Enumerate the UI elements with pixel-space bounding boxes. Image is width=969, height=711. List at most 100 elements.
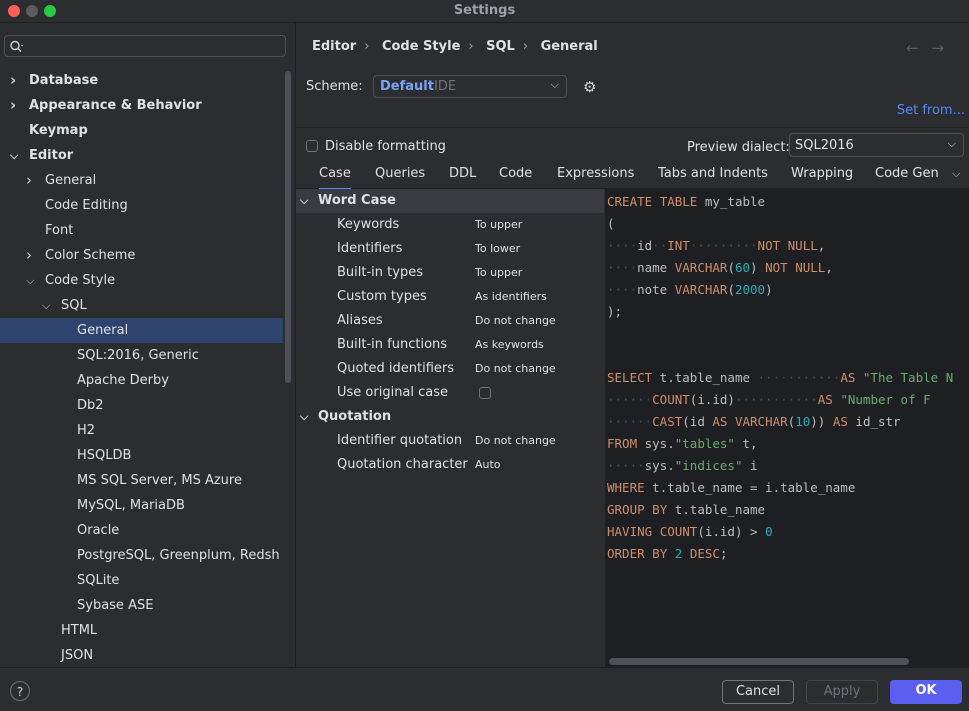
tree-item[interactable]: General [0, 318, 283, 343]
chevron-right-icon[interactable]: › [10, 93, 22, 118]
tree-item[interactable]: ⌵ Editor [0, 143, 283, 168]
tree-item[interactable]: Apache Derby [0, 368, 283, 393]
tree-item-label: MySQL, MariaDB [77, 498, 185, 513]
tree-item[interactable]: Code Editing [0, 193, 283, 218]
option-value-dropdown[interactable]: To upper [475, 213, 522, 237]
code-token: note [637, 282, 675, 297]
tree-item[interactable]: H2 [0, 418, 283, 443]
code-token: sys. [637, 436, 675, 451]
tree-item-label: H2 [77, 423, 96, 438]
tree-item[interactable]: Db2 [0, 393, 283, 418]
chevron-down-icon[interactable]: ⌵ [42, 293, 54, 318]
tree-item[interactable]: SQL:2016, Generic [0, 343, 283, 368]
tree-item[interactable]: Keymap [0, 118, 283, 143]
chevron-down-icon[interactable]: ⌵ [26, 268, 38, 293]
tree-item[interactable]: HSQLDB [0, 443, 283, 468]
tree-item[interactable]: ⌵ SQL [0, 293, 283, 318]
code-token: ( [727, 282, 735, 297]
chevron-right-icon[interactable]: › [26, 168, 38, 193]
tab-code-gen[interactable]: Code Gen [875, 166, 939, 188]
tree-item[interactable]: › Color Scheme [0, 243, 283, 268]
tab-wrapping[interactable]: Wrapping [791, 166, 853, 188]
preview-horizontal-scrollbar[interactable] [609, 658, 909, 665]
tree-item[interactable]: Sybase ASE [0, 593, 283, 618]
help-icon[interactable]: ? [10, 681, 30, 701]
tree-item[interactable]: HTML [0, 618, 283, 643]
tree-item[interactable]: › Appearance & Behavior [0, 93, 283, 118]
tab-tabs-and-indents[interactable]: Tabs and Indents [658, 166, 768, 188]
tabs-overflow-chevron-icon[interactable]: ⌵ [952, 167, 960, 181]
breadcrumb-item[interactable]: SQL [486, 39, 515, 54]
option-value-dropdown[interactable]: Do not change [475, 309, 556, 333]
tree-item-label: SQL:2016, Generic [77, 348, 199, 363]
option-value-dropdown[interactable]: To lower [475, 237, 520, 261]
tree-item[interactable]: SQLite [0, 568, 283, 593]
breadcrumb-item[interactable]: Code Style [382, 39, 460, 54]
gear-icon[interactable]: ⚙ [583, 78, 596, 96]
tab-queries[interactable]: Queries [375, 166, 425, 188]
option-value-dropdown[interactable]: Do not change [475, 357, 556, 381]
tree-item[interactable]: JSON [0, 643, 283, 667]
group-header-quotation[interactable]: ⌵ Quotation [296, 405, 604, 429]
tab-expressions[interactable]: Expressions [557, 166, 634, 188]
disable-formatting-checkbox[interactable] [306, 140, 318, 152]
tree-item[interactable]: › General [0, 168, 283, 193]
chevron-right-icon[interactable]: › [26, 243, 38, 268]
tree-item[interactable]: PostgreSQL, Greenplum, Redsh [0, 543, 283, 568]
tree-item[interactable]: › Database [0, 68, 283, 93]
option-row: Aliases Do not change [296, 309, 604, 333]
tree-item[interactable]: MySQL, MariaDB [0, 493, 283, 518]
option-value-dropdown[interactable]: To upper [475, 261, 522, 285]
tree-item-label: Font [45, 223, 74, 238]
code-token: AS [832, 414, 848, 429]
code-token: ···· [607, 260, 638, 275]
code-token: VARCHAR [734, 414, 788, 429]
tree-item-label: HSQLDB [77, 448, 132, 463]
code-token: AS [712, 414, 728, 429]
code-token: NULL [795, 260, 826, 275]
breadcrumb-item[interactable]: General [541, 39, 598, 54]
tree-item-label: MS SQL Server, MS Azure [77, 473, 242, 488]
option-value-dropdown[interactable]: As keywords [475, 333, 544, 357]
option-value-dropdown[interactable]: As identifiers [475, 285, 547, 309]
code-token: ······ [607, 414, 653, 429]
use-original-case-checkbox[interactable] [479, 387, 491, 399]
ok-button[interactable]: OK [890, 680, 962, 704]
option-value-dropdown[interactable]: Auto [475, 453, 501, 477]
tab-ddl[interactable]: DDL [449, 166, 476, 188]
search-input[interactable] [27, 38, 281, 56]
cancel-button[interactable]: Cancel [722, 680, 794, 704]
code-token: (i.id) > [697, 524, 766, 539]
case-options-grid: ⌵ Word Case Keywords To upper Identifiers To … [296, 189, 604, 667]
breadcrumb-separator-icon: › [364, 39, 370, 54]
back-arrow-icon[interactable]: ← [906, 39, 919, 57]
scheme-dropdown[interactable]: Default IDE ⌵ [373, 75, 567, 98]
option-row: Quoted identifiers Do not change [296, 357, 604, 381]
option-label: Quoted identifiers [337, 361, 455, 376]
search-box[interactable] [4, 35, 286, 57]
code-line: ····note VARCHAR(2000) [607, 279, 953, 301]
group-header-word-case[interactable]: ⌵ Word Case [296, 189, 604, 213]
code-token: (id [682, 414, 713, 429]
chevron-down-icon[interactable]: ⌵ [10, 143, 22, 168]
apply-button[interactable]: Apply [806, 680, 878, 704]
tree-item[interactable]: MS SQL Server, MS Azure [0, 468, 283, 493]
sidebar-scrollbar[interactable] [285, 71, 291, 383]
code-token: COUNT [659, 524, 698, 539]
tree-item[interactable]: ⌵ Code Style [0, 268, 283, 293]
code-line: ······CAST(id AS VARCHAR(10)) AS id_str [607, 411, 953, 433]
breadcrumb-item[interactable]: Editor [312, 39, 356, 54]
forward-arrow-icon[interactable]: → [931, 39, 944, 57]
option-label: Built-in types [337, 265, 423, 280]
chevron-right-icon[interactable]: › [10, 68, 22, 93]
tree-item-label: Color Scheme [45, 248, 136, 263]
option-value-dropdown[interactable]: Do not change [475, 429, 556, 453]
preview-dialect-dropdown[interactable]: SQL2016 ⌵ [789, 133, 964, 157]
tree-item[interactable]: Font [0, 218, 283, 243]
tab-code[interactable]: Code [499, 166, 532, 188]
tree-item[interactable]: Oracle [0, 518, 283, 543]
tab-case[interactable]: Case [319, 166, 351, 190]
code-token: ( [727, 260, 735, 275]
set-from-link[interactable]: Set from... [897, 103, 965, 118]
code-token: INT [667, 238, 690, 253]
